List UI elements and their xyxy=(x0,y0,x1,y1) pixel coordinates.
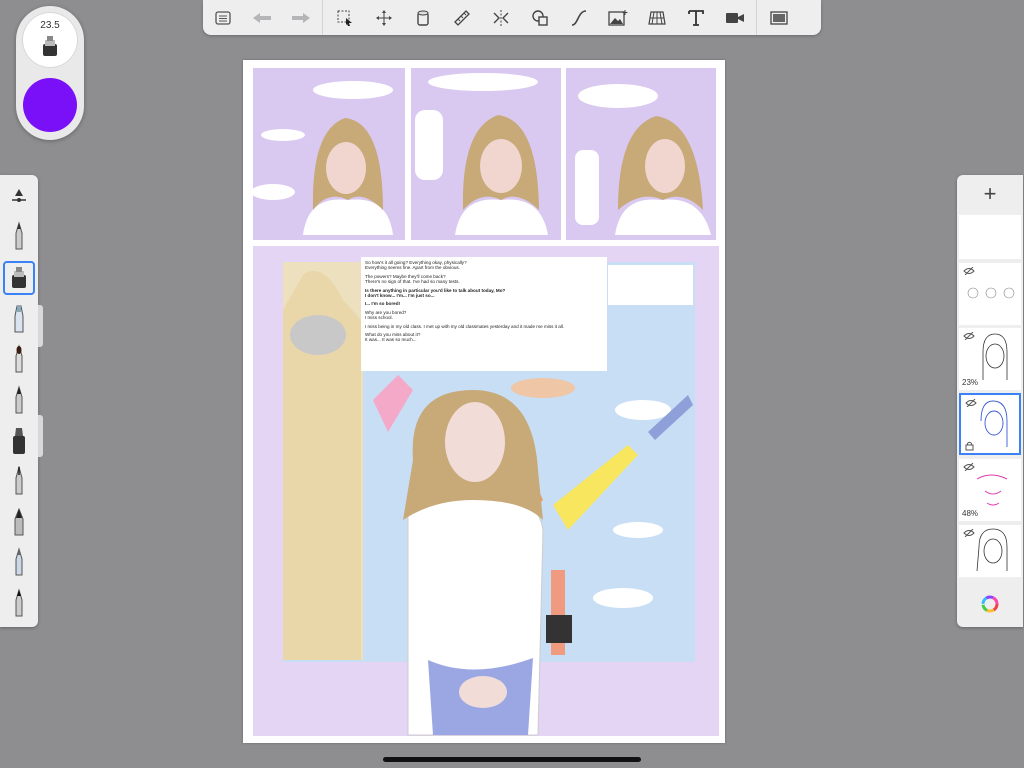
toolbar-divider xyxy=(756,0,757,35)
dialog-line: Is there anything in particular you'd li… xyxy=(365,287,506,293)
redo-icon[interactable] xyxy=(281,0,320,35)
fill-icon[interactable] xyxy=(403,0,442,35)
dialog-line: The powers? Maybe they'll come back? xyxy=(365,273,446,279)
fountain-pen-brush-icon[interactable] xyxy=(3,505,35,539)
layer-preview xyxy=(976,528,1008,572)
transform-icon[interactable] xyxy=(364,0,403,35)
layer-thumbnail[interactable] xyxy=(959,215,1021,259)
dialog-line: I... I'm so bored! xyxy=(365,301,401,307)
list-icon[interactable] xyxy=(203,0,242,35)
comic-artwork xyxy=(251,68,719,736)
symmetry-icon[interactable] xyxy=(481,0,520,35)
layer-opacity: 48% xyxy=(962,509,979,518)
add-layer-button[interactable]: + xyxy=(957,175,1023,213)
brush-puck[interactable]: 23.5 xyxy=(16,6,84,140)
curve-icon[interactable] xyxy=(559,0,598,35)
layer-opacity: 23% xyxy=(962,378,979,387)
text-icon[interactable] xyxy=(676,0,715,35)
brush-bar-tab[interactable] xyxy=(38,415,43,457)
layer-preview xyxy=(967,287,1015,299)
dialog-line: Why are you bored? xyxy=(365,309,407,315)
dialog-line: I miss being in my old class. I met up w… xyxy=(365,323,565,329)
color-swatch[interactable] xyxy=(23,78,77,132)
layer-thumbnail[interactable] xyxy=(959,263,1021,325)
undo-icon[interactable] xyxy=(242,0,281,35)
shapes-icon[interactable] xyxy=(520,0,559,35)
dialog-line: So how's it all going? Everything okay, … xyxy=(365,260,467,265)
brush-size-slider[interactable]: 23.5 xyxy=(22,12,78,68)
airbrush-icon xyxy=(43,36,57,56)
dialog-line: It was... It was so much... xyxy=(365,337,417,343)
pencil-brush-icon[interactable] xyxy=(3,219,35,253)
top-panels xyxy=(251,68,716,240)
ruler-icon[interactable] xyxy=(442,0,481,35)
dialog-text-box[interactable]: So how's it all going? Everything okay, … xyxy=(361,257,607,371)
fine-pen-brush-icon[interactable] xyxy=(3,464,35,498)
drawing-canvas[interactable]: So how's it all going? Everything okay, … xyxy=(243,60,725,743)
layer-preview xyxy=(976,474,1008,506)
color-wheel-icon xyxy=(981,595,999,613)
brush-size-value: 23.5 xyxy=(40,20,60,31)
dialog-line: There's no sign of that. I've had so man… xyxy=(365,279,460,285)
video-icon[interactable] xyxy=(715,0,754,35)
brush-library xyxy=(0,175,38,627)
plus-icon: + xyxy=(983,181,997,206)
dialog-line: What do you miss about it? xyxy=(365,332,421,338)
airbrush-brush-icon[interactable] xyxy=(3,261,35,295)
lock-icon[interactable] xyxy=(965,441,974,451)
image-icon[interactable] xyxy=(598,0,637,35)
toolbar-divider xyxy=(322,0,323,35)
selection-icon[interactable] xyxy=(325,0,364,35)
dialog-line: I miss school. xyxy=(365,315,393,321)
home-indicator[interactable] xyxy=(383,757,641,762)
fullscreen-icon[interactable] xyxy=(759,0,798,35)
layer-thumbnail[interactable]: 48% xyxy=(959,459,1021,521)
inking-brush-icon[interactable] xyxy=(3,424,35,458)
chalk-brush-icon[interactable] xyxy=(3,545,35,579)
brush-settings-icon[interactable] xyxy=(3,179,35,213)
brush-bar-tab[interactable] xyxy=(38,305,43,347)
marker-brush-icon[interactable] xyxy=(3,302,35,336)
pen-brush-icon[interactable] xyxy=(3,383,35,417)
layer-thumbnail-selected[interactable] xyxy=(959,393,1021,455)
charcoal-brush-icon[interactable] xyxy=(3,586,35,620)
hidden-eye-icon[interactable] xyxy=(963,267,975,275)
perspective-icon[interactable] xyxy=(637,0,676,35)
layer-preview xyxy=(980,400,1008,447)
dialog-line: Everything seems fine. Apart from the ob… xyxy=(365,265,460,271)
top-toolbar xyxy=(203,0,821,35)
color-wheel-button[interactable] xyxy=(957,581,1023,627)
layer-thumbnail[interactable]: 23% xyxy=(959,328,1021,390)
dialog-line: I don't know... I'm... I'm just so... xyxy=(365,293,435,299)
layers-panel: + 23% 48% xyxy=(957,175,1023,627)
layer-preview xyxy=(982,333,1008,380)
paint-brush-icon[interactable] xyxy=(3,342,35,376)
layer-thumbnail[interactable] xyxy=(959,525,1021,577)
